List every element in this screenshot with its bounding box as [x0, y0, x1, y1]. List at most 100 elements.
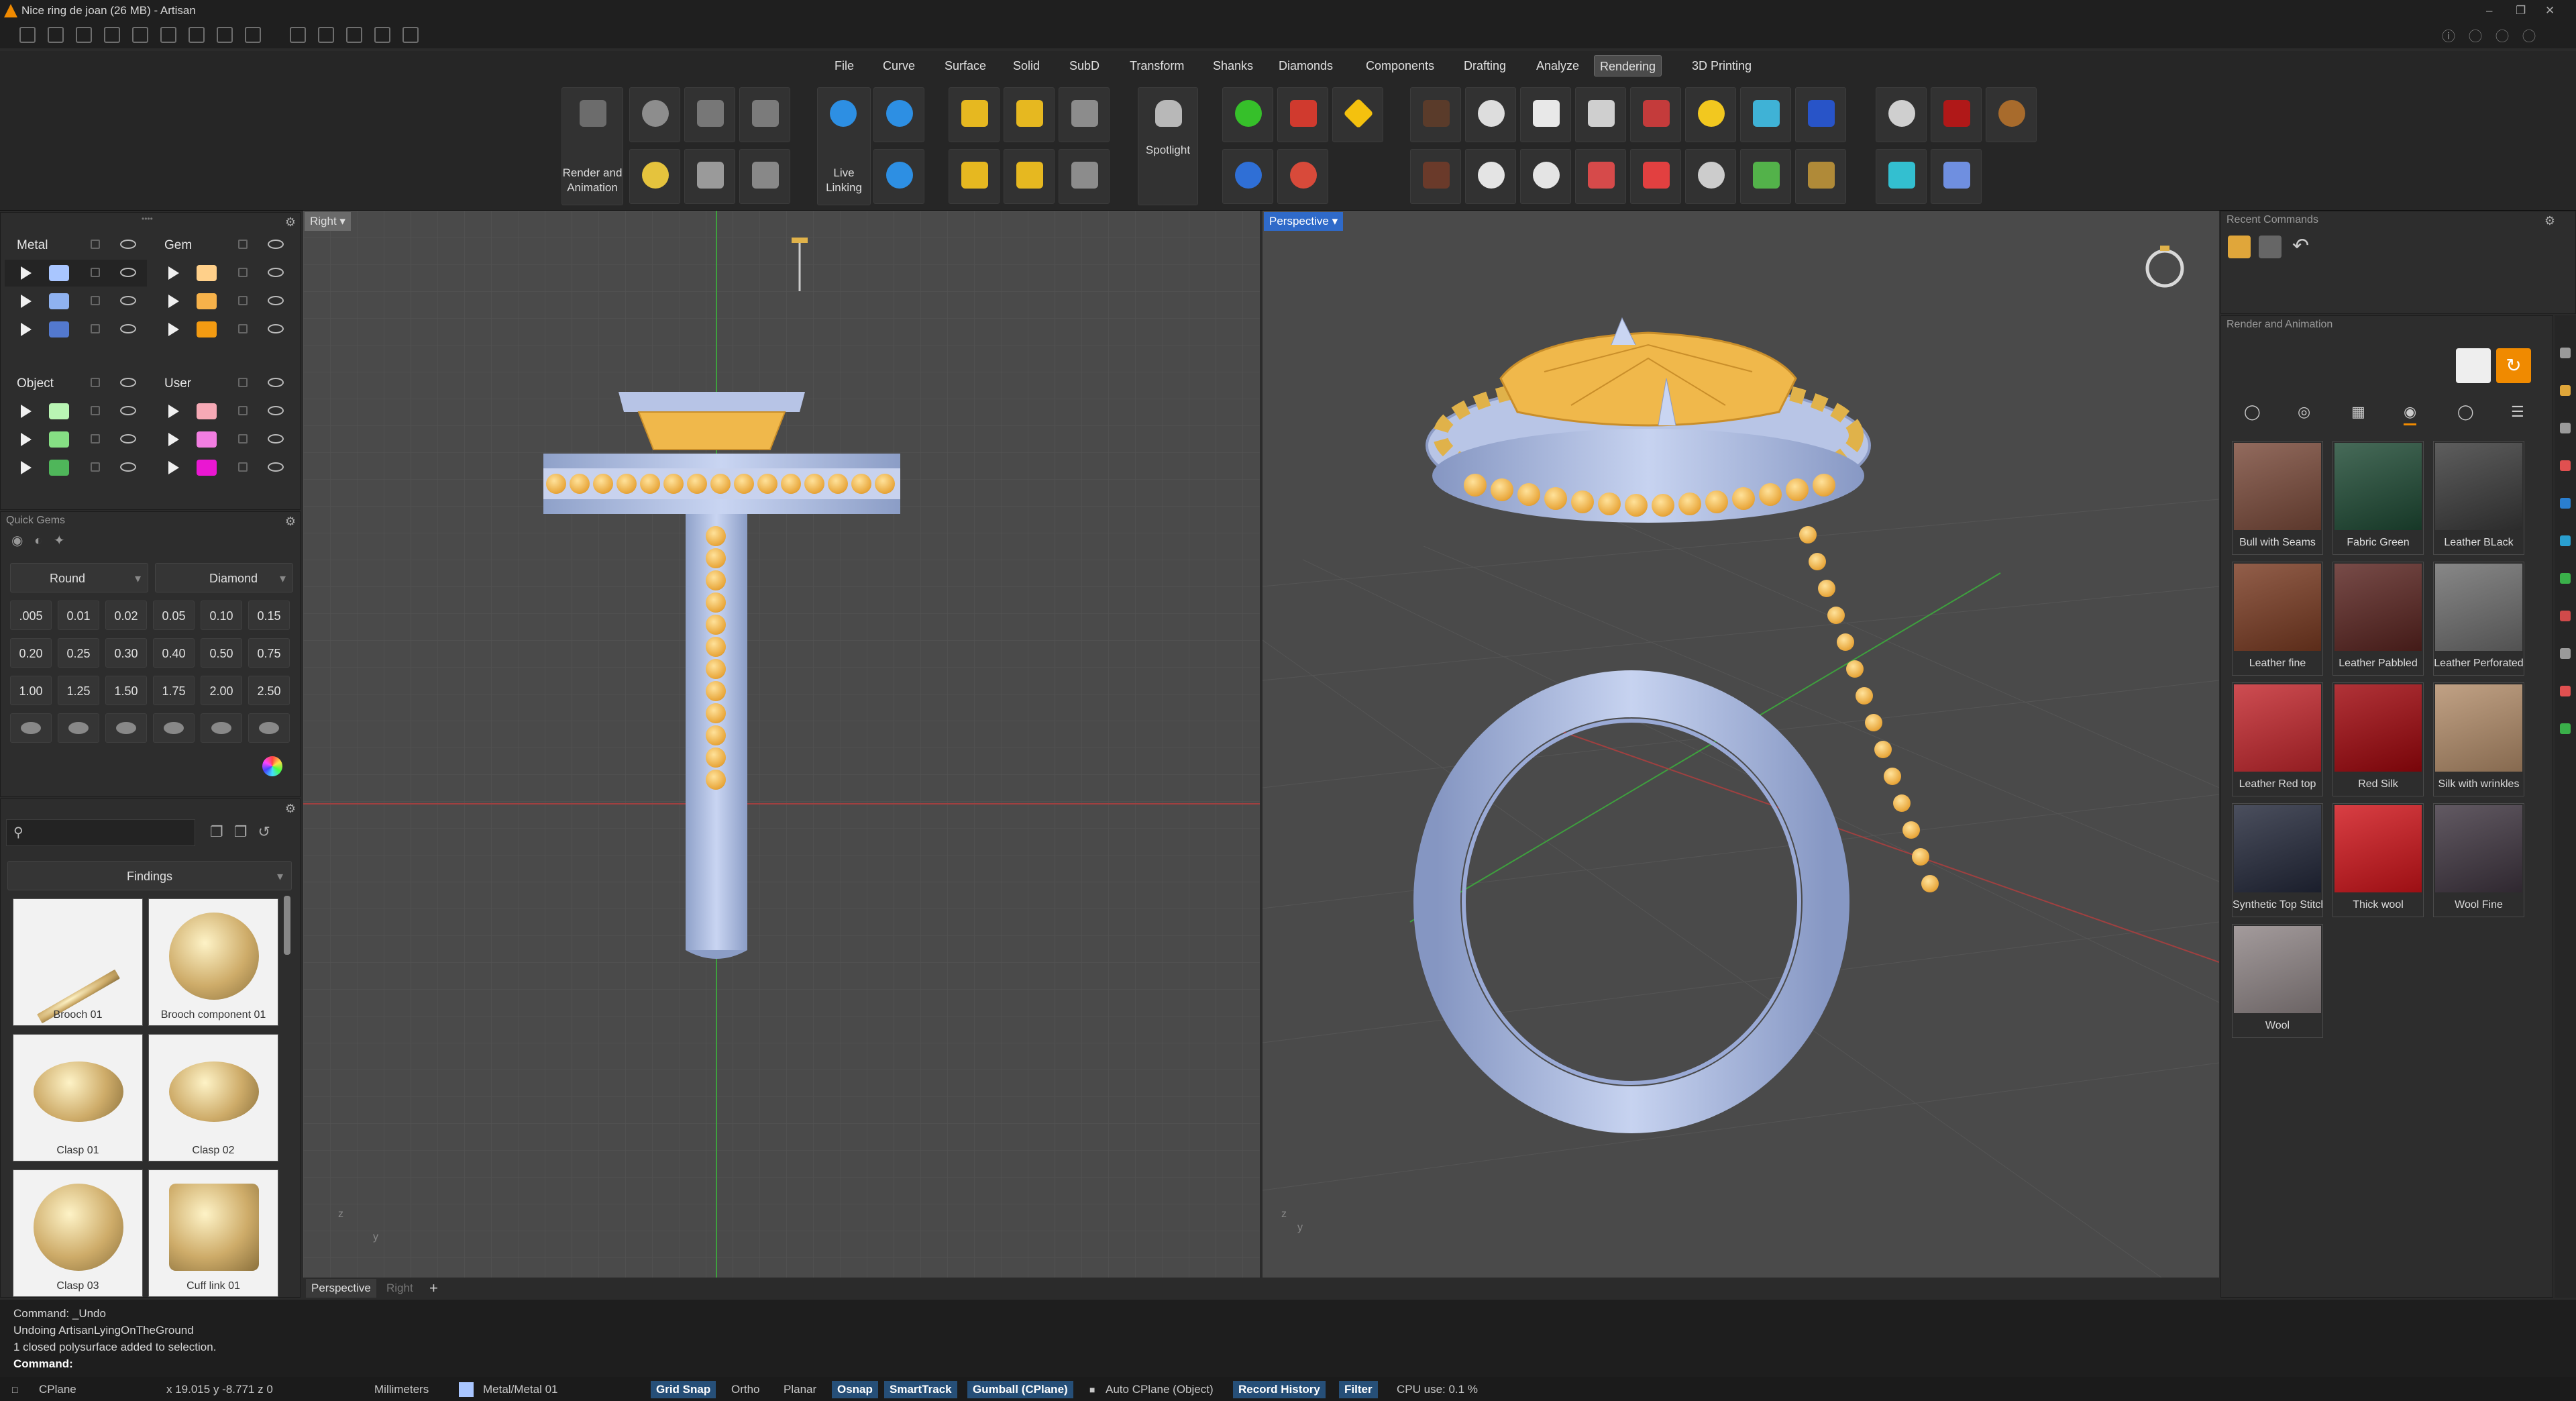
- material-item[interactable]: Silk with wrinkles: [2433, 682, 2524, 796]
- gear-icon[interactable]: ⚙: [285, 515, 296, 529]
- drag-handle-icon[interactable]: ••••: [142, 214, 153, 223]
- environment-button[interactable]: [1986, 87, 2037, 142]
- material-item[interactable]: Leather fine: [2232, 562, 2323, 676]
- render-file-button[interactable]: [1059, 87, 1110, 142]
- lock-icon[interactable]: [91, 434, 100, 444]
- eye-icon[interactable]: [268, 462, 284, 472]
- library-item[interactable]: Clasp 01: [13, 1034, 143, 1161]
- eye-icon[interactable]: [120, 378, 136, 387]
- gem-size-button[interactable]: 2.00: [201, 676, 242, 705]
- tool-icon[interactable]: [402, 27, 419, 43]
- save-as-icon[interactable]: [217, 27, 233, 43]
- eye-icon[interactable]: [120, 268, 136, 277]
- gem-size-button[interactable]: 0.05: [153, 601, 195, 630]
- environment-button[interactable]: [1876, 87, 1927, 142]
- material-tool-button[interactable]: [1277, 149, 1328, 204]
- environment-button[interactable]: [1876, 149, 1927, 204]
- layer-color-swatch[interactable]: [197, 293, 217, 309]
- render-preview-button[interactable]: [2456, 348, 2491, 383]
- layer-color-swatch[interactable]: [197, 431, 217, 448]
- play-icon[interactable]: [21, 461, 32, 474]
- tab-environment-icon[interactable]: ◯: [2244, 403, 2261, 421]
- menu-rendering[interactable]: Rendering: [1594, 55, 1662, 76]
- eye-icon[interactable]: [268, 324, 284, 333]
- eye-icon[interactable]: [268, 240, 284, 249]
- tab-backdrop-icon[interactable]: ◯: [2457, 403, 2474, 421]
- display-tool-button[interactable]: [1685, 87, 1736, 142]
- eye-icon[interactable]: [268, 268, 284, 277]
- lock-icon[interactable]: [238, 462, 248, 472]
- gear-icon[interactable]: ⚙: [285, 802, 296, 816]
- gem-cut-button[interactable]: [105, 713, 147, 743]
- layer-row[interactable]: [5, 260, 147, 287]
- display-tool-button[interactable]: [1795, 149, 1846, 204]
- layer-color-swatch[interactable]: [49, 431, 69, 448]
- play-icon[interactable]: [168, 266, 179, 280]
- refresh-icon[interactable]: ↻: [2496, 348, 2531, 383]
- play-icon[interactable]: [21, 405, 32, 418]
- gem-size-button[interactable]: 0.20: [10, 638, 52, 668]
- play-icon[interactable]: [168, 323, 179, 336]
- record-history-toggle[interactable]: Record History: [1233, 1381, 1326, 1398]
- display-tool-button[interactable]: [1520, 149, 1571, 204]
- library-item[interactable]: Brooch 01: [13, 898, 143, 1026]
- play-icon[interactable]: [168, 461, 179, 474]
- play-icon[interactable]: [21, 323, 32, 336]
- library-category-dropdown[interactable]: Findings ▾: [7, 861, 292, 890]
- side-tool-icon[interactable]: [2560, 723, 2571, 734]
- library-item[interactable]: Clasp 03: [13, 1170, 143, 1297]
- lock-icon[interactable]: [238, 434, 248, 444]
- gear-icon[interactable]: ⚙: [2544, 214, 2555, 228]
- display-tool-button[interactable]: [1410, 149, 1461, 204]
- gem-size-button[interactable]: .005: [10, 601, 52, 630]
- status-units[interactable]: Millimeters: [369, 1381, 434, 1398]
- lock-icon[interactable]: [238, 406, 248, 415]
- lock-icon[interactable]: [91, 268, 100, 277]
- eye-icon[interactable]: [120, 324, 136, 333]
- search-input[interactable]: ⚲: [6, 819, 195, 846]
- lock-icon[interactable]: [91, 324, 100, 333]
- osnap-toggle[interactable]: Osnap: [832, 1381, 878, 1398]
- viewport-perspective[interactable]: z y Perspective ▾: [1263, 211, 2219, 1278]
- display-tool-button[interactable]: [1410, 87, 1461, 142]
- gem-size-button[interactable]: 1.50: [105, 676, 147, 705]
- layer-row[interactable]: [152, 398, 294, 425]
- render-tool-button[interactable]: [684, 87, 735, 142]
- material-tool-button[interactable]: [1222, 149, 1273, 204]
- layer-row[interactable]: [152, 316, 294, 343]
- material-tool-button[interactable]: [1222, 87, 1273, 142]
- open-recent-icon[interactable]: [104, 27, 120, 43]
- status-cplane[interactable]: CPlane: [34, 1381, 82, 1398]
- redo-icon[interactable]: [160, 27, 176, 43]
- tool-icon[interactable]: [289, 27, 306, 43]
- material-tool-button[interactable]: [1277, 87, 1328, 142]
- eye-icon[interactable]: [120, 240, 136, 249]
- planar-toggle[interactable]: Planar: [778, 1381, 822, 1398]
- cplane-icon[interactable]: □: [7, 1381, 23, 1398]
- side-tool-icon[interactable]: [2560, 573, 2571, 584]
- gem-size-button[interactable]: 0.01: [58, 601, 99, 630]
- eye-icon[interactable]: [268, 406, 284, 415]
- material-item[interactable]: Wool Fine: [2433, 803, 2524, 917]
- lock-icon[interactable]: [238, 296, 248, 305]
- export-icon[interactable]: [245, 27, 261, 43]
- layer-row[interactable]: [5, 398, 147, 425]
- tab-right[interactable]: Right: [381, 1279, 419, 1298]
- material-item[interactable]: Fabric Green: [2332, 441, 2424, 555]
- layer-color-swatch[interactable]: [49, 460, 69, 476]
- lock-icon[interactable]: [91, 240, 100, 249]
- side-tool-icon[interactable]: [2560, 611, 2571, 621]
- grid-snap-toggle[interactable]: Grid Snap: [651, 1381, 716, 1398]
- lock-icon[interactable]: [91, 378, 100, 387]
- display-tool-button[interactable]: [1575, 149, 1626, 204]
- render-file-button[interactable]: [1004, 149, 1055, 204]
- material-item[interactable]: Wool: [2232, 924, 2323, 1038]
- render-tool-button[interactable]: [684, 149, 735, 204]
- render-tool-button[interactable]: [739, 149, 790, 204]
- lock-icon[interactable]: [238, 240, 248, 249]
- gem-size-button[interactable]: 2.50: [248, 676, 290, 705]
- eye-icon[interactable]: [120, 296, 136, 305]
- layer-row[interactable]: [5, 454, 147, 481]
- eye-icon[interactable]: [120, 462, 136, 472]
- recent-command-icon[interactable]: [2259, 236, 2282, 258]
